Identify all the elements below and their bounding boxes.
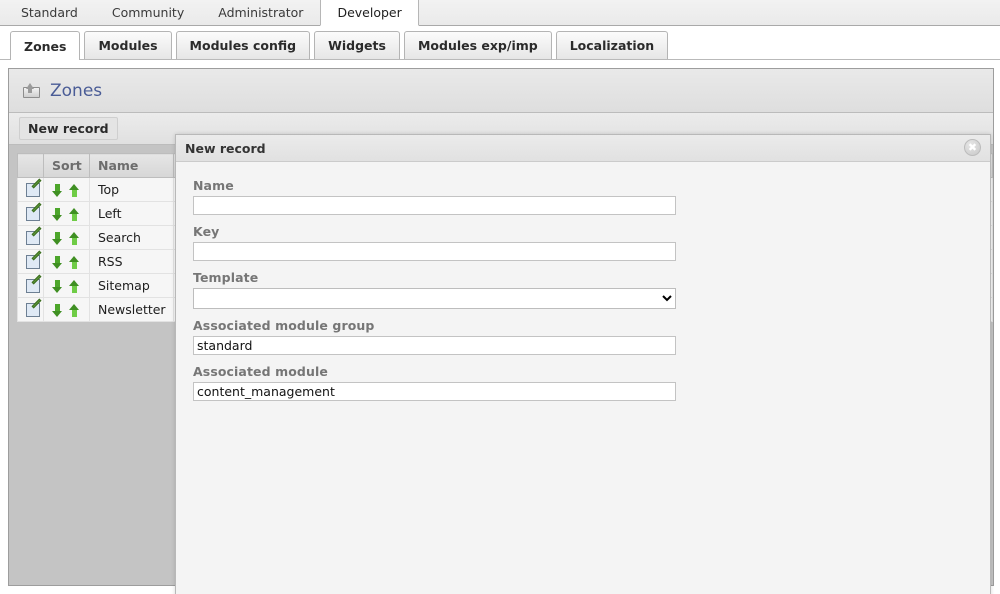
page-body: Zones New record Sort Name Key xyxy=(0,60,1000,594)
edit-icon[interactable] xyxy=(26,178,42,198)
close-icon[interactable]: ✖ xyxy=(964,139,981,156)
arrow-up-icon[interactable] xyxy=(69,304,80,317)
edit-icon[interactable] xyxy=(26,202,42,222)
arrow-down-icon[interactable] xyxy=(52,280,63,293)
row-sort-cell xyxy=(43,273,90,298)
edit-icon[interactable] xyxy=(26,226,42,246)
context-nav-label: Community xyxy=(111,5,185,20)
label-template: Template xyxy=(193,270,259,285)
module-input[interactable] xyxy=(193,382,676,401)
row-name-cell: Sitemap xyxy=(89,273,174,298)
new-record-dialog: New record ✖ Name Key Template Associate… xyxy=(175,134,991,594)
name-input[interactable] xyxy=(193,196,676,215)
tab-label: Zones xyxy=(24,38,67,54)
context-nav-item-community[interactable]: Community xyxy=(95,0,201,25)
label-name: Name xyxy=(193,178,234,193)
row-sort-cell xyxy=(43,177,90,202)
dialog-header: New record ✖ xyxy=(176,135,990,162)
row-edit-cell[interactable] xyxy=(17,273,44,298)
label-module-group: Associated module group xyxy=(193,318,375,333)
arrow-down-icon[interactable] xyxy=(52,184,63,197)
tab-modules-exp-imp[interactable]: Modules exp/imp xyxy=(403,31,552,59)
tab-label: Modules config xyxy=(189,38,297,53)
field-module-group: Associated module group xyxy=(193,318,973,355)
context-nav-label: Developer xyxy=(337,5,402,20)
field-name: Name xyxy=(193,178,973,215)
context-nav-item-developer[interactable]: Developer xyxy=(320,0,419,26)
row-sort-cell xyxy=(43,225,90,250)
row-sort-cell xyxy=(43,201,90,226)
tab-label: Modules xyxy=(98,38,158,53)
label-module: Associated module xyxy=(193,364,328,379)
field-module: Associated module xyxy=(193,364,973,401)
dialog-title: New record xyxy=(185,140,266,156)
row-name-cell: Top xyxy=(89,177,174,202)
row-edit-cell[interactable] xyxy=(17,225,44,250)
template-select[interactable] xyxy=(193,288,676,309)
module-group-input[interactable] xyxy=(193,336,676,355)
arrow-up-icon[interactable] xyxy=(69,280,80,293)
edit-icon[interactable] xyxy=(26,298,42,318)
tab-strip: Zones Modules Modules config Widgets Mod… xyxy=(0,27,1000,60)
row-sort-cell xyxy=(43,297,90,322)
row-name-cell: Search xyxy=(89,225,174,250)
tab-label: Localization xyxy=(569,38,655,53)
context-nav-label: Administrator xyxy=(218,5,304,20)
tab-modules[interactable]: Modules xyxy=(84,31,172,59)
tab-label: Widgets xyxy=(328,38,386,53)
arrow-down-icon[interactable] xyxy=(52,208,63,221)
row-edit-cell[interactable] xyxy=(17,201,44,226)
field-template: Template xyxy=(193,270,973,309)
arrow-down-icon[interactable] xyxy=(52,232,63,245)
context-nav-item-administrator[interactable]: Administrator xyxy=(201,0,320,25)
page-title: Zones xyxy=(50,80,103,101)
new-record-button[interactable]: New record xyxy=(19,117,118,140)
column-header-sort[interactable]: Sort xyxy=(43,153,90,178)
edit-icon[interactable] xyxy=(26,250,42,270)
arrow-up-icon[interactable] xyxy=(69,256,80,269)
tab-label: Modules exp/imp xyxy=(417,38,538,53)
row-name-cell: Newsletter xyxy=(89,297,174,322)
column-header-edit[interactable] xyxy=(17,153,44,178)
panel-header: Zones xyxy=(9,69,993,113)
tab-modules-config[interactable]: Modules config xyxy=(175,31,311,59)
label-key: Key xyxy=(193,224,220,239)
row-name-cell: Left xyxy=(89,201,174,226)
arrow-up-icon[interactable] xyxy=(69,232,80,245)
column-header-name[interactable]: Name xyxy=(89,153,174,178)
arrow-down-icon[interactable] xyxy=(52,304,63,317)
arrow-up-icon[interactable] xyxy=(69,184,80,197)
row-sort-cell xyxy=(43,249,90,274)
edit-icon[interactable] xyxy=(26,274,42,294)
row-name-cell: RSS xyxy=(89,249,174,274)
key-input[interactable] xyxy=(193,242,676,261)
arrow-up-icon[interactable] xyxy=(69,208,80,221)
arrow-down-icon[interactable] xyxy=(52,256,63,269)
dialog-body: Name Key Template Associated module grou… xyxy=(176,162,990,594)
context-nav-item-standard[interactable]: Standard xyxy=(4,0,95,25)
tab-zones[interactable]: Zones xyxy=(10,31,81,60)
context-nav: Standard Community Administrator Develop… xyxy=(0,0,1000,26)
row-edit-cell[interactable] xyxy=(17,177,44,202)
tab-widgets[interactable]: Widgets xyxy=(314,31,400,59)
row-edit-cell[interactable] xyxy=(17,297,44,322)
context-nav-label: Standard xyxy=(21,5,78,20)
field-key: Key xyxy=(193,224,973,261)
folder-up-icon xyxy=(23,83,40,98)
tab-localization[interactable]: Localization xyxy=(555,31,669,59)
app-root: Standard Community Administrator Develop… xyxy=(0,0,1000,594)
row-edit-cell[interactable] xyxy=(17,249,44,274)
